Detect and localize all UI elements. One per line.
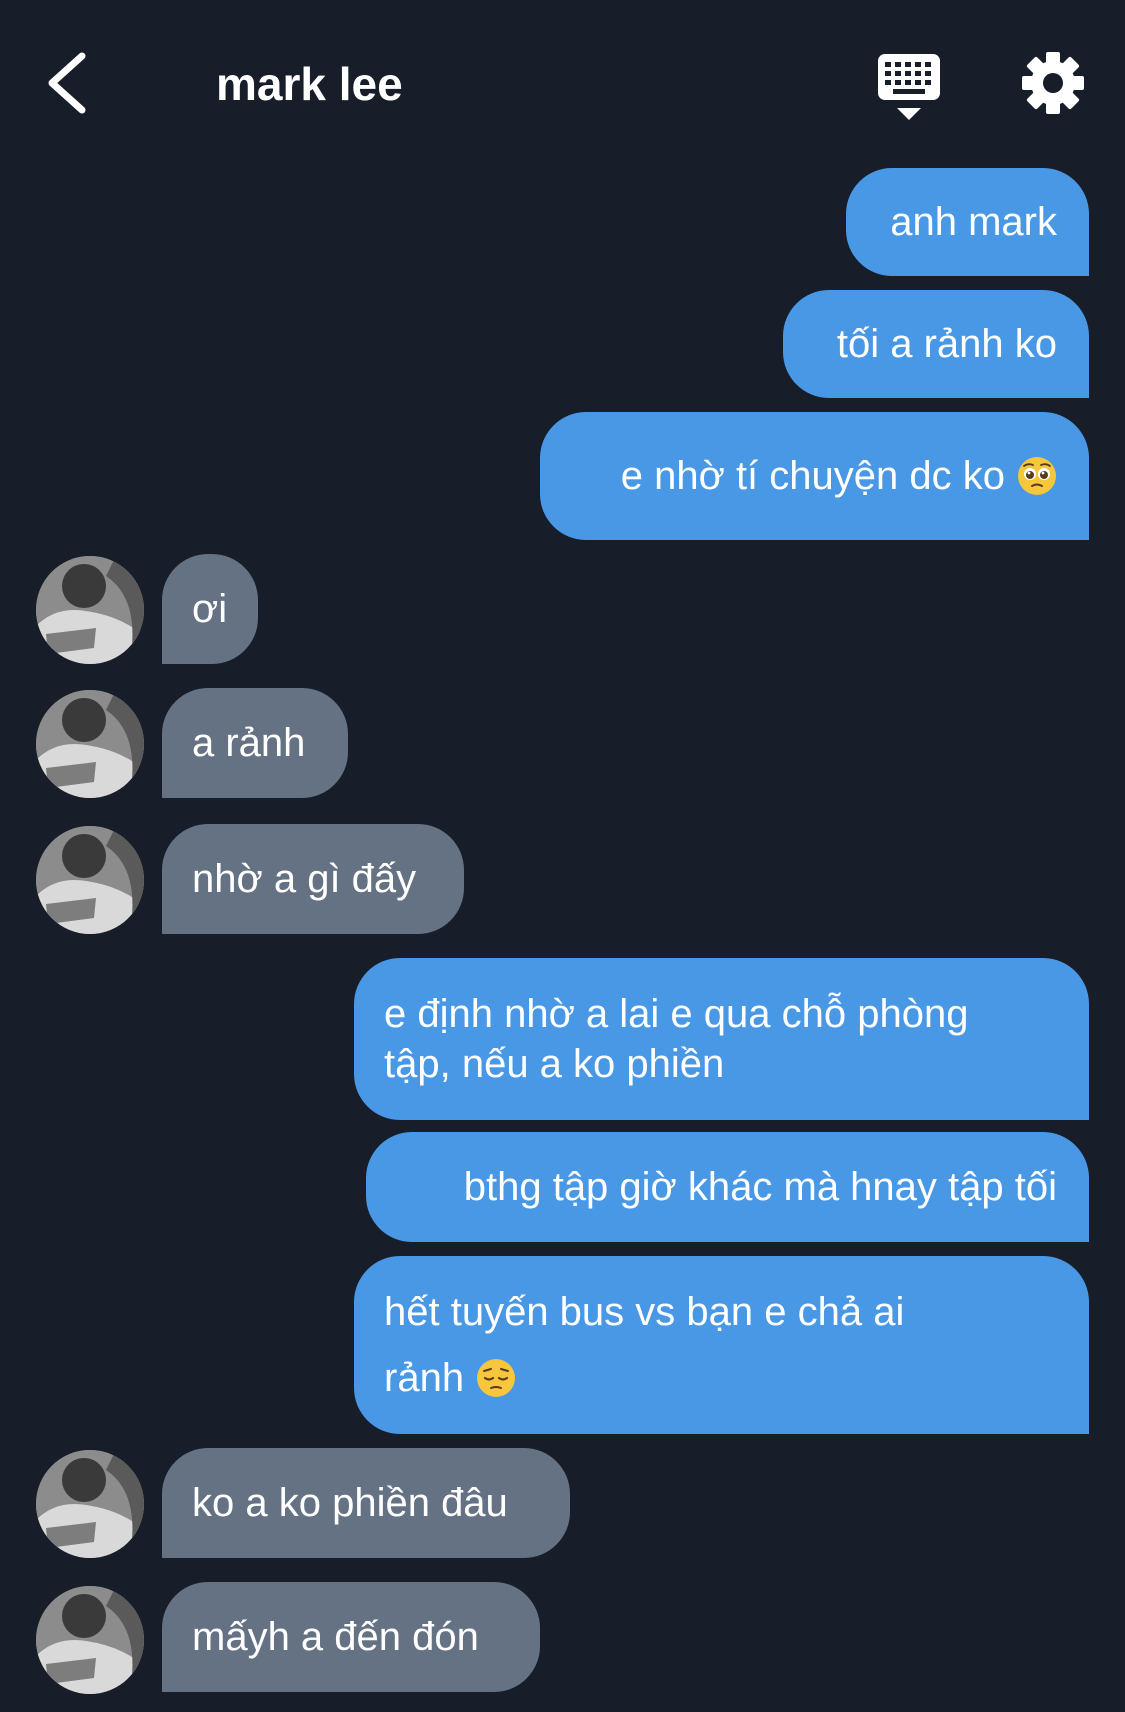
message-text: e nhờ tí chuyện dc ko [620, 454, 1005, 498]
pleading-face-emoji [1018, 457, 1056, 495]
avatar[interactable] [36, 556, 144, 664]
avatar-photo [36, 1586, 144, 1694]
message-text: nhờ a gì đấy [192, 857, 417, 901]
message-text: anh mark [890, 200, 1057, 244]
message-text-line: e định nhờ a lai e qua chỗ phòng [384, 992, 969, 1036]
settings-button[interactable] [1020, 50, 1086, 116]
avatar-photo [36, 690, 144, 798]
message-bubble-incoming[interactable]: ơi [162, 554, 258, 664]
back-button[interactable] [38, 48, 94, 118]
message-text: ko a ko phiền đâu [192, 1481, 508, 1525]
chat-title[interactable]: mark lee [216, 54, 403, 114]
gear-icon [1022, 52, 1084, 114]
message-bubble-outgoing[interactable]: e nhờ tí chuyện dc ko [540, 412, 1089, 540]
message-bubble-outgoing[interactable]: bthg tập giờ khác mà hnay tập tối [366, 1132, 1089, 1242]
message-bubble-outgoing[interactable]: tối a rảnh ko [783, 290, 1089, 398]
message-bubble-incoming[interactable]: ko a ko phiền đâu [162, 1448, 570, 1558]
avatar[interactable] [36, 690, 144, 798]
message-text: tối a rảnh ko [836, 322, 1057, 366]
chat-header: mark lee [0, 0, 1125, 160]
keyboard-icon [878, 54, 940, 120]
message-text: mấyh a đến đón [192, 1615, 479, 1659]
message-line-wrapper: rảnh [384, 1345, 516, 1411]
avatar-photo [36, 826, 144, 934]
message-bubble-outgoing[interactable]: e định nhờ a lai e qua chỗ phòng tập, nế… [354, 958, 1089, 1120]
message-bubble-incoming[interactable]: a rảnh [162, 688, 348, 798]
message-bubble-incoming[interactable]: mấyh a đến đón [162, 1582, 540, 1692]
message-bubble-incoming[interactable]: nhờ a gì đấy [162, 824, 464, 934]
message-text-line: rảnh [384, 1356, 465, 1400]
message-text: a rảnh [192, 721, 306, 765]
message-bubble-outgoing[interactable]: anh mark [846, 168, 1089, 276]
avatar[interactable] [36, 826, 144, 934]
avatar[interactable] [36, 1586, 144, 1694]
message-bubble-outgoing[interactable]: hết tuyến bus vs bạn e chả ai rảnh [354, 1256, 1089, 1434]
message-text-line: tập, nếu a ko phiền [384, 1042, 725, 1086]
avatar[interactable] [36, 1450, 144, 1558]
keyboard-button[interactable] [876, 52, 942, 122]
pensive-face-emoji [477, 1359, 516, 1397]
chevron-left-icon [48, 52, 86, 114]
message-text: bthg tập giờ khác mà hnay tập tối [463, 1165, 1057, 1209]
avatar-photo [36, 556, 144, 664]
message-text-line: hết tuyến bus vs bạn e chả ai [384, 1290, 905, 1334]
avatar-photo [36, 1450, 144, 1558]
message-text: ơi [192, 587, 228, 631]
